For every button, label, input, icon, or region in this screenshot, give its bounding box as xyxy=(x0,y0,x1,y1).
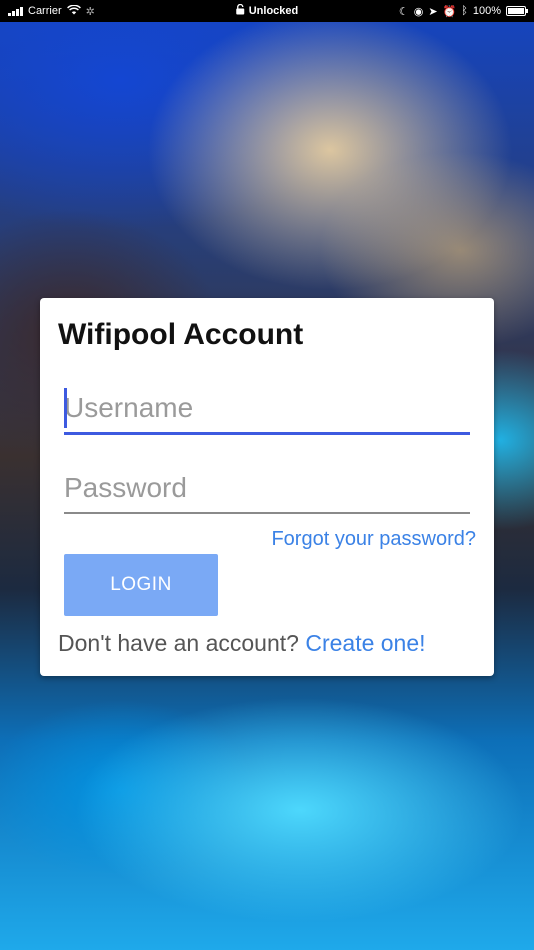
battery-icon xyxy=(506,6,528,16)
password-input[interactable] xyxy=(64,472,470,514)
loading-spinner-icon: ✲ xyxy=(85,5,95,18)
lock-icon xyxy=(236,3,245,18)
moon-icon: ☾ xyxy=(398,5,409,18)
forgot-password-link[interactable]: Forgot your password? xyxy=(271,528,476,551)
wifi-icon xyxy=(66,4,81,18)
login-card: Wifipool Account Forgot your password? L… xyxy=(40,298,494,676)
login-button[interactable]: LOGIN xyxy=(64,554,218,616)
rotation-lock-icon: ◉ xyxy=(413,5,424,18)
alarm-icon: ⏰ xyxy=(442,5,457,18)
create-account-link[interactable]: Create one! xyxy=(305,630,425,656)
lock-status-label: Unlocked xyxy=(248,5,299,17)
bluetooth-icon: ᛒ xyxy=(461,5,468,17)
battery-percent: 100% xyxy=(472,5,501,17)
text-cursor xyxy=(64,388,67,428)
no-account-text: Don't have an account? xyxy=(58,630,299,656)
signal-icon xyxy=(8,6,23,16)
carrier-label: Carrier xyxy=(28,5,62,17)
username-input[interactable] xyxy=(64,392,470,435)
signup-prompt: Don't have an account? Create one! xyxy=(58,630,426,657)
card-title: Wifipool Account xyxy=(58,318,304,351)
location-icon: ➤ xyxy=(428,5,438,18)
status-bar: Carrier ✲ Unlocked ☾ ◉ ➤ ⏰ ᛒ 100% xyxy=(0,0,534,22)
